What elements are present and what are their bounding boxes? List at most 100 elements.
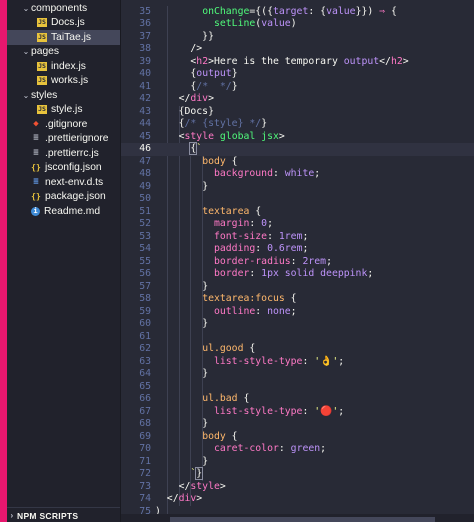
code-line[interactable]: 71 } [121, 456, 474, 469]
file-package-json[interactable]: {} package.json [7, 190, 120, 205]
code-editor[interactable]: 35 onChange={({target: {value}}) ⇒ {36 s… [121, 0, 474, 522]
npm-scripts-label: NPM SCRIPTS [17, 510, 79, 521]
code-line[interactable]: 49 } [121, 181, 474, 194]
line-number: 44 [139, 118, 151, 129]
code-line[interactable]: 47 body { [121, 156, 474, 169]
code-line[interactable]: 60 } [121, 318, 474, 331]
file-docs-js[interactable]: JS Docs.js [7, 16, 120, 31]
code-line[interactable]: 38 /> [121, 43, 474, 56]
code-line[interactable]: 59 outline: none; [121, 306, 474, 319]
file-prettierignore[interactable]: ≡ .prettierignore [7, 132, 120, 147]
tree-item-label: .prettierrc.js [45, 147, 99, 159]
code-line[interactable]: 54 padding: 0.6rem; [121, 243, 474, 256]
code-line[interactable]: 73 </style> [121, 481, 474, 494]
code-text: ul.bad { [202, 393, 250, 404]
folder-styles[interactable]: ⌄ styles [7, 88, 120, 103]
code-text: }} [155, 30, 214, 42]
tree-item-label: next-env.d.ts [45, 176, 104, 188]
folder-pages[interactable]: ⌄ pages [7, 45, 120, 60]
horizontal-scrollbar[interactable] [170, 517, 435, 522]
tree-item-label: styles [31, 89, 58, 101]
code-line[interactable]: 48 background: white; [121, 168, 474, 181]
code-line[interactable]: 51 textarea { [121, 206, 474, 219]
code-line[interactable]: 62 ul.good { [121, 343, 474, 356]
chevron-right-icon: › [10, 511, 14, 520]
js-file-icon: JS [37, 32, 47, 42]
code-text: background: white; [213, 168, 321, 179]
line-number: 41 [139, 80, 151, 92]
line-number: 61 [139, 330, 151, 342]
tree-item-label: Docs.js [51, 17, 85, 29]
code-line[interactable]: 61 [121, 331, 474, 344]
file-prettierrc-js[interactable]: ≡ .prettierrc.js [7, 146, 120, 161]
code-text: <h2>Here is the temporary output</h2> [155, 55, 409, 67]
code-line[interactable]: 36 setLine(value) [121, 18, 474, 31]
file-jsconfig-json[interactable]: {} jsconfig.json [7, 161, 120, 176]
code-line[interactable]: 65 [121, 381, 474, 394]
js-file-icon: JS [37, 105, 47, 115]
code-text: } [202, 418, 209, 429]
code-text: } [202, 368, 209, 379]
code-line[interactable]: 41 {/* */} [121, 81, 474, 94]
code-line[interactable]: 44 {/* {style} */} [121, 118, 474, 131]
code-line[interactable]: 64 } [121, 368, 474, 381]
file-index-js[interactable]: JS index.js [7, 59, 120, 74]
line-number: 49 [139, 180, 151, 192]
code-line[interactable]: 56 border: 1px solid deeppink; [121, 268, 474, 281]
git-icon: ◆ [33, 118, 39, 129]
code-line[interactable]: 74 </div> [121, 493, 474, 506]
code-line[interactable]: 40 {output} [121, 68, 474, 81]
code-line[interactable]: 37 }} [121, 31, 474, 44]
code-text: body { [202, 155, 238, 167]
code-line[interactable]: 57 } [121, 281, 474, 294]
code-line[interactable]: 69 body { [121, 431, 474, 444]
line-number: 62 [139, 343, 151, 354]
code-text: body { [202, 430, 238, 442]
code-text: font-size: 1rem; [213, 230, 309, 242]
file-style-js[interactable]: JS style.js [7, 103, 120, 118]
code-line[interactable]: 42 </div> [121, 93, 474, 106]
code-line[interactable]: 70 caret-color: green; [121, 443, 474, 456]
code-line[interactable]: 46 {` [121, 142, 474, 156]
line-number: 58 [139, 293, 151, 304]
code-line[interactable]: 68 } [121, 418, 474, 431]
line-number: 37 [139, 30, 151, 42]
line-number: 53 [139, 230, 151, 242]
file-gitignore[interactable]: ◆ .gitignore [7, 117, 120, 132]
code-text: textarea { [202, 205, 262, 217]
code-line[interactable]: 52 margin: 0; [121, 218, 474, 231]
code-text: {output} [155, 68, 238, 79]
line-number: 51 [139, 205, 151, 217]
code-line[interactable]: 72 `} [121, 467, 474, 481]
folder-components[interactable]: ⌄ components [7, 1, 120, 16]
code-line[interactable]: 63 list-style-type: '👌'; [121, 356, 474, 369]
line-number: 68 [139, 418, 151, 429]
file-readme-md[interactable]: i Readme.md [7, 204, 120, 219]
line-number: 66 [139, 393, 151, 404]
file-taitae-js[interactable]: JS TaiTae.js [7, 30, 120, 45]
line-number: 36 [139, 18, 151, 29]
file-works-js[interactable]: JS works.js [7, 74, 120, 89]
line-number: 69 [139, 430, 151, 442]
code-text: {` [189, 142, 203, 155]
line-number: 42 [139, 93, 151, 104]
file-next-env-d-ts[interactable]: ≡ next-env.d.ts [7, 175, 120, 190]
line-number: 56 [139, 268, 151, 279]
code-text: onChange={({target: {value}}) ⇒ { [202, 5, 397, 17]
line-number: 57 [139, 280, 151, 292]
code-line[interactable]: 67 list-style-type: '🔴'; [121, 406, 474, 419]
code-line[interactable]: 39 <h2>Here is the temporary output</h2> [121, 56, 474, 69]
code-line[interactable]: 35 onChange={({target: {value}}) ⇒ { [121, 6, 474, 19]
code-line[interactable]: 53 font-size: 1rem; [121, 231, 474, 244]
code-text: margin: 0; [213, 218, 273, 229]
code-text: padding: 0.6rem; [213, 243, 309, 254]
npm-scripts-section[interactable]: › NPM SCRIPTS [7, 507, 120, 522]
code-line[interactable]: 55 border-radius: 2rem; [121, 256, 474, 269]
code-line[interactable]: 58 textarea:focus { [121, 293, 474, 306]
code-line[interactable]: 50 [121, 193, 474, 206]
js-file-icon: JS [37, 18, 47, 28]
code-line[interactable]: 45 <style global jsx> [121, 131, 474, 144]
code-line[interactable]: 66 ul.bad { [121, 393, 474, 406]
code-line[interactable]: 43 {Docs} [121, 106, 474, 119]
line-number: 40 [139, 68, 151, 79]
